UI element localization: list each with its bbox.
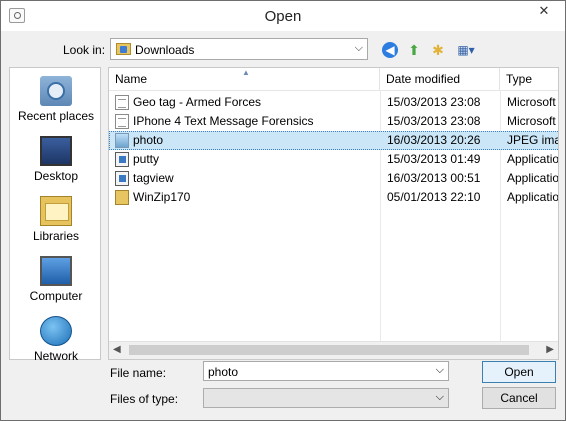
file-date: 15/03/2013 01:49: [387, 152, 481, 166]
folder-icon: [115, 190, 129, 205]
place-label: Desktop: [33, 169, 79, 183]
file-name: photo: [133, 133, 164, 147]
chevron-down-icon[interactable]: ⌵: [436, 364, 444, 377]
file-name-combo[interactable]: photo ⌵: [203, 361, 449, 381]
file-name: WinZip170: [133, 190, 191, 204]
scroll-right-icon[interactable]: ▶: [546, 344, 554, 355]
text-file-icon: [115, 114, 129, 129]
text-file-icon: [115, 95, 129, 110]
image-file-icon: [115, 133, 129, 148]
place-label: Libraries: [32, 229, 80, 243]
places-bar: Recent places Desktop Libraries Computer…: [9, 67, 102, 363]
file-type: Applicatio: [507, 171, 559, 185]
look-in-value: Downloads: [135, 43, 195, 57]
libraries-icon: [40, 196, 72, 226]
view-menu-icon[interactable]: ▦▾: [453, 41, 479, 59]
place-recent-places[interactable]: Recent places: [10, 76, 102, 123]
application-icon: [115, 152, 129, 167]
file-date: 05/01/2013 22:10: [387, 190, 481, 204]
file-name: putty: [133, 152, 160, 166]
chevron-down-icon[interactable]: ⌵: [355, 42, 363, 55]
column-header-label: Name: [115, 72, 148, 86]
place-libraries[interactable]: Libraries: [10, 196, 102, 243]
back-icon[interactable]: ◀: [382, 42, 398, 58]
file-type: Microsoft: [507, 114, 556, 128]
file-list[interactable]: ▲ Name Date modified Type Geo tag - Arme…: [108, 67, 559, 360]
file-name-input[interactable]: photo: [208, 365, 238, 379]
network-icon: [40, 316, 72, 346]
file-date: 15/03/2013 23:08: [387, 95, 481, 109]
chevron-down-icon[interactable]: ⌵: [436, 391, 444, 404]
look-in-label: Look in:: [63, 43, 106, 57]
downloads-folder-icon: [116, 43, 131, 55]
place-label: Network: [33, 349, 78, 363]
file-type: Applicatio: [507, 190, 559, 204]
file-date: 16/03/2013 00:51: [387, 171, 481, 185]
file-row[interactable]: tagview 16/03/2013 00:51 Applicatio: [109, 169, 559, 188]
application-icon: [115, 171, 129, 186]
file-date: 15/03/2013 23:08: [387, 114, 481, 128]
column-header-type[interactable]: Type: [500, 68, 558, 90]
dialog-title: Open: [264, 8, 302, 25]
computer-icon: [40, 256, 72, 286]
files-of-type-dropdown[interactable]: ⌵: [203, 388, 449, 408]
file-row[interactable]: WinZip170 05/01/2013 22:10 Applicatio: [109, 188, 559, 207]
scroll-left-icon[interactable]: ◀: [113, 344, 121, 355]
place-network[interactable]: Network: [10, 316, 102, 363]
sort-ascending-icon: ▲: [242, 68, 250, 77]
file-type: Applicatio: [507, 152, 559, 166]
place-label: Computer: [29, 289, 83, 303]
file-row[interactable]: IPhone 4 Text Message Forensics 15/03/20…: [109, 112, 558, 131]
file-type: JPEG imag: [507, 133, 558, 147]
file-row[interactable]: Geo tag - Armed Forces 15/03/2013 23:08 …: [109, 93, 558, 112]
open-dialog: Open ✕ Look in: Downloads ⌵ ◀ ⬆ ✱ ▦▾ Rec…: [0, 0, 566, 421]
look-in-dropdown[interactable]: Downloads ⌵: [110, 38, 368, 60]
column-header-name[interactable]: ▲ Name: [109, 68, 380, 90]
file-name-label: File name:: [110, 366, 167, 380]
file-row-selected[interactable]: photo 16/03/2013 20:26 JPEG imag: [109, 131, 558, 150]
horizontal-scrollbar[interactable]: ◀ ▶: [109, 341, 558, 359]
close-button[interactable]: ✕: [531, 2, 557, 20]
place-desktop[interactable]: Desktop: [10, 136, 102, 183]
place-label: Recent places: [17, 109, 95, 123]
desktop-icon: [40, 136, 72, 166]
new-folder-icon[interactable]: ✱: [429, 41, 447, 59]
cancel-button[interactable]: Cancel: [482, 387, 556, 409]
file-name: IPhone 4 Text Message Forensics: [133, 114, 314, 128]
header-divider: [109, 90, 558, 91]
file-name: tagview: [133, 171, 174, 185]
files-of-type-label: Files of type:: [110, 392, 179, 406]
up-folder-icon[interactable]: ⬆: [405, 41, 423, 59]
file-type: Microsoft: [507, 95, 556, 109]
file-date: 16/03/2013 20:26: [387, 133, 481, 147]
scrollbar-thumb[interactable]: [129, 345, 529, 355]
open-button[interactable]: Open: [482, 361, 556, 383]
title-bar: Open ✕: [1, 1, 565, 31]
file-row[interactable]: putty 15/03/2013 01:49 Applicatio: [109, 150, 559, 169]
place-computer[interactable]: Computer: [10, 256, 102, 303]
file-name: Geo tag - Armed Forces: [133, 95, 262, 109]
column-header-date[interactable]: Date modified: [380, 68, 500, 90]
recent-places-icon: [40, 76, 72, 106]
